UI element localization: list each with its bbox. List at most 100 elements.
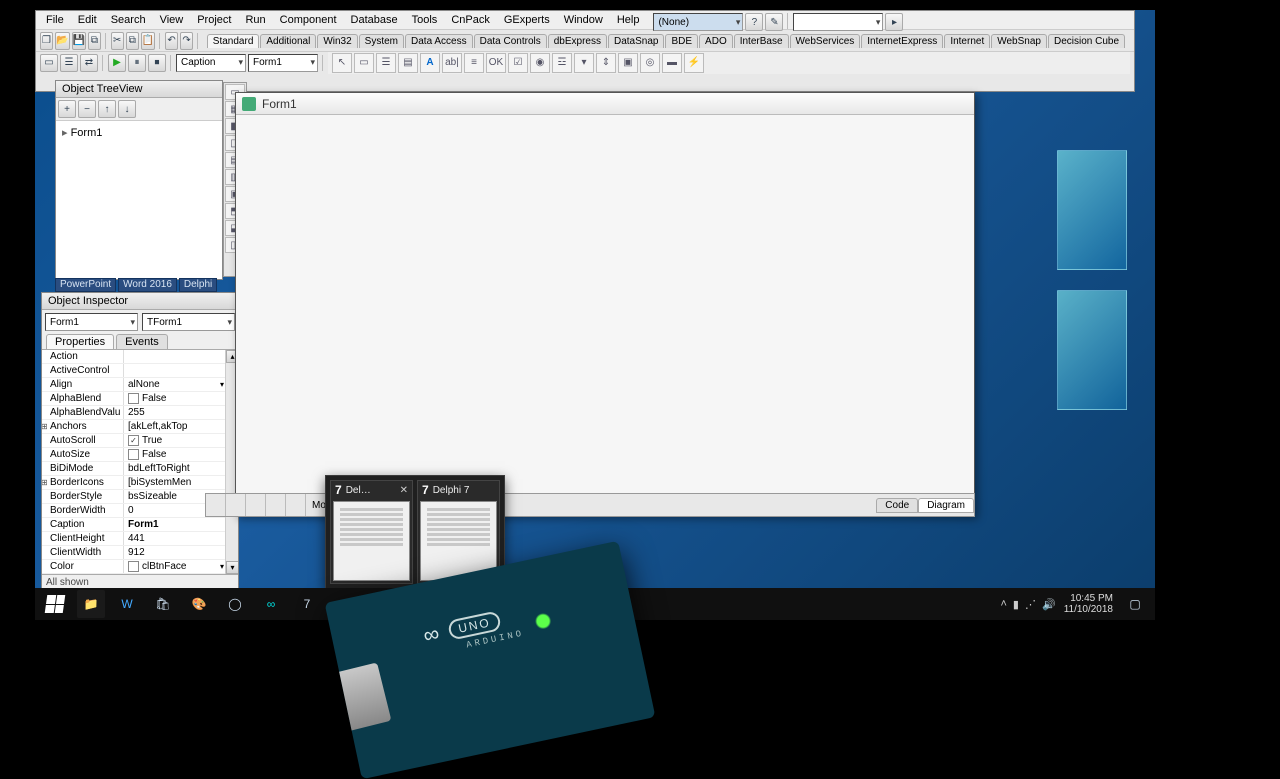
taskbar-word[interactable]: W	[113, 590, 141, 618]
menu-search[interactable]: Search	[105, 13, 152, 27]
menu-help[interactable]: Help	[611, 13, 646, 27]
open-icon[interactable]: 📂	[55, 32, 69, 50]
dropdown-icon[interactable]: ▾	[220, 380, 224, 389]
listbox-icon[interactable]: ☲	[552, 53, 572, 73]
property-value[interactable]: 255	[124, 406, 238, 419]
cut-icon[interactable]: ✂	[111, 32, 124, 50]
property-row[interactable]: AlphaBlendValu255	[42, 406, 238, 420]
property-value[interactable]: False	[124, 392, 238, 405]
scrollbar-icon[interactable]: ⇕	[596, 53, 616, 73]
checkbox-icon[interactable]: ☑	[508, 53, 528, 73]
property-value[interactable]: 441	[124, 532, 238, 545]
tray-wifi-icon[interactable]: ⋰	[1025, 598, 1036, 611]
property-row[interactable]: AlphaBlendFalse	[42, 392, 238, 406]
property-row[interactable]: Anchors[akLeft,akTop	[42, 420, 238, 434]
memo-icon[interactable]: ≡	[464, 53, 484, 73]
property-value[interactable]: clBtnFace▾	[124, 560, 238, 573]
pause-icon[interactable]: ⏸	[128, 54, 146, 72]
radiobutton-icon[interactable]: ◉	[530, 53, 550, 73]
tab-properties[interactable]: Properties	[46, 334, 114, 349]
property-row[interactable]: ClientWidth912	[42, 546, 238, 560]
property-value[interactable]: False	[124, 448, 238, 461]
editor-tab-diagram[interactable]: Diagram	[918, 498, 974, 513]
tree-up-icon[interactable]: ↑	[98, 100, 116, 118]
menu-view[interactable]: View	[154, 13, 190, 27]
radiogroup-icon[interactable]: ◎	[640, 53, 660, 73]
property-row[interactable]: BorderIcons[biSystemMen	[42, 476, 238, 490]
taskbar-arduino-ide[interactable]: ∞	[257, 590, 285, 618]
tab-events[interactable]: Events	[116, 334, 168, 349]
menu-file[interactable]: File	[40, 13, 70, 27]
mini-task-item[interactable]: Word 2016	[118, 278, 177, 292]
system-clock[interactable]: 10:45 PM 11/10/2018	[1064, 593, 1113, 615]
palette-tab-standard[interactable]: Standard	[207, 34, 260, 48]
view-form-icon[interactable]: ▭	[40, 54, 58, 72]
panel-icon[interactable]: ▬	[662, 53, 682, 73]
palette-tab-webservices[interactable]: WebServices	[790, 34, 861, 48]
start-button[interactable]	[41, 592, 69, 616]
palette-tab-system[interactable]: System	[359, 34, 404, 48]
dropdown-icon[interactable]: ▾	[220, 562, 224, 571]
cursor-icon[interactable]: ↖	[332, 53, 352, 73]
taskbar-chrome[interactable]: ◯	[221, 590, 249, 618]
palette-tab-bde[interactable]: BDE	[665, 34, 698, 48]
copy-icon[interactable]: ⧉	[126, 32, 139, 50]
taskbar-store[interactable]: 🛍	[149, 590, 177, 618]
paste-icon[interactable]: 📋	[141, 32, 155, 50]
palette-tab-ado[interactable]: ADO	[699, 34, 733, 48]
actionlist-icon[interactable]: ⚡	[684, 53, 704, 73]
form-designer-window[interactable]: Form1	[235, 92, 975, 516]
palette-tab-dataaccess[interactable]: Data Access	[405, 34, 473, 48]
toggle-icon[interactable]: ⇄	[80, 54, 98, 72]
unit-combo[interactable]: Form1	[248, 54, 318, 72]
menu-database[interactable]: Database	[345, 13, 404, 27]
tree-expand-icon[interactable]: +	[58, 100, 76, 118]
toolbar-icon[interactable]: ✎	[765, 13, 783, 31]
taskbar-app[interactable]: 🎨	[185, 590, 213, 618]
stop-icon[interactable]: ⏹	[148, 54, 166, 72]
caption-combo[interactable]: Caption	[176, 54, 246, 72]
new-icon[interactable]: ❐	[40, 32, 53, 50]
redo-icon[interactable]: ↷	[180, 32, 193, 50]
checkbox-icon[interactable]	[128, 393, 139, 404]
palette-tab-inetexpress[interactable]: InternetExpress	[861, 34, 943, 48]
frame-icon[interactable]: ▭	[354, 53, 374, 73]
property-value[interactable]: 912	[124, 546, 238, 559]
project-combo[interactable]	[793, 13, 883, 31]
tray-battery-icon[interactable]: ▮	[1013, 598, 1019, 611]
saveall-icon[interactable]: ⧉	[88, 32, 101, 50]
undo-icon[interactable]: ↶	[165, 32, 178, 50]
run-icon[interactable]: ▶	[108, 54, 126, 72]
mini-task-item[interactable]: Delphi	[179, 278, 217, 292]
inspector-name-combo[interactable]: Form1	[45, 313, 138, 331]
property-value[interactable]: [biSystemMen	[124, 476, 238, 489]
tray-volume-icon[interactable]: 🔊	[1042, 598, 1056, 611]
palette-tab-websnap[interactable]: WebSnap	[991, 34, 1047, 48]
palette-tab-datasnap[interactable]: DataSnap	[608, 34, 664, 48]
property-value[interactable]: bdLeftToRight	[124, 462, 238, 475]
mainmenu-icon[interactable]: ☰	[376, 53, 396, 73]
menu-window[interactable]: Window	[558, 13, 609, 27]
tray-chevron-icon[interactable]: ˄	[1000, 598, 1006, 611]
help-search-combo[interactable]: (None)	[653, 13, 743, 31]
combobox-icon[interactable]: ▾	[574, 53, 594, 73]
menu-component[interactable]: Component	[274, 13, 343, 27]
tree-root-form1[interactable]: Form1	[60, 125, 218, 140]
checkbox-icon[interactable]	[128, 561, 139, 572]
taskbar-preview[interactable]: 7 Del… ✕	[330, 480, 413, 584]
property-row[interactable]: AutoSizeFalse	[42, 448, 238, 462]
property-grid[interactable]: ActionActiveControlAlignalNone▾AlphaBlen…	[42, 350, 238, 574]
property-row[interactable]: ClientHeight441	[42, 532, 238, 546]
tree-down-icon[interactable]: ↓	[118, 100, 136, 118]
property-value[interactable]: [akLeft,akTop	[124, 420, 238, 433]
property-value[interactable]: alNone▾	[124, 378, 238, 391]
palette-tab-additional[interactable]: Additional	[260, 34, 316, 48]
property-value[interactable]: ✓True	[124, 434, 238, 447]
palette-tab-dbexpress[interactable]: dbExpress	[548, 34, 607, 48]
button-icon[interactable]: OK	[486, 53, 506, 73]
editor-tab-code[interactable]: Code	[876, 498, 918, 513]
property-row[interactable]: BiDiModebdLeftToRight	[42, 462, 238, 476]
edit-icon[interactable]: ab|	[442, 53, 462, 73]
inspector-type-combo[interactable]: TForm1	[142, 313, 235, 331]
popupmenu-icon[interactable]: ▤	[398, 53, 418, 73]
